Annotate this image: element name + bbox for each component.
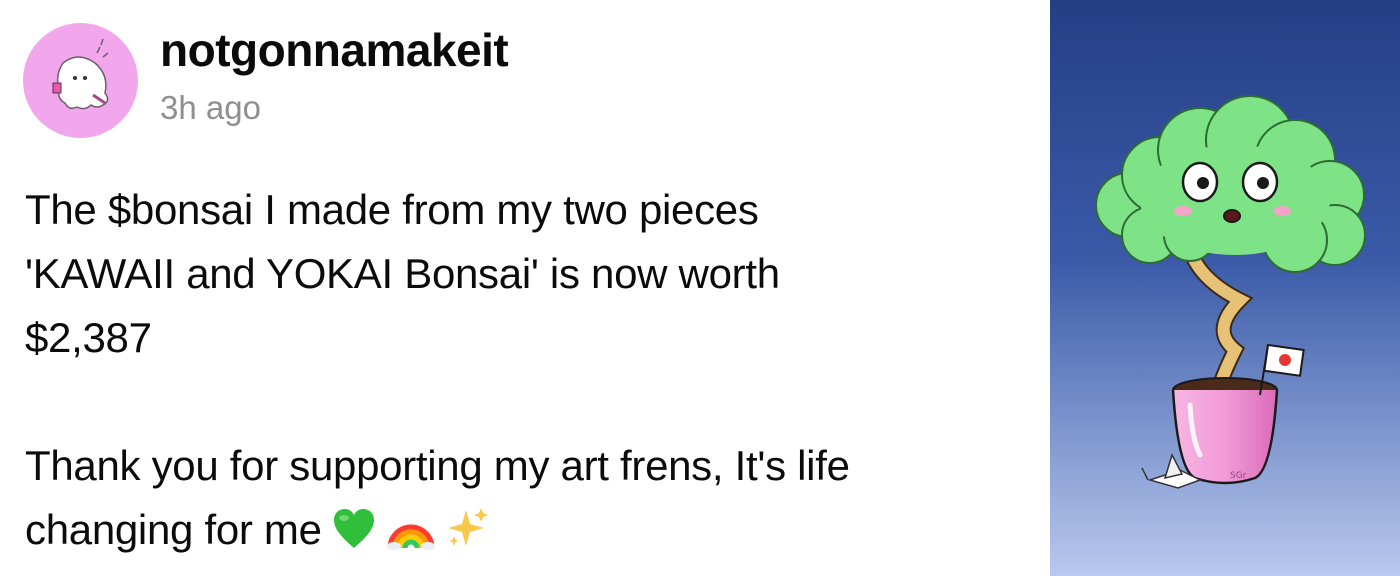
artwork-image[interactable]: SGr <box>1050 0 1400 576</box>
post-text-line: changing for me <box>25 506 322 553</box>
post-text-last-line: changing for me <box>25 498 1025 568</box>
ghost-avatar-icon <box>52 38 109 110</box>
rainbow-icon <box>386 504 436 568</box>
green-heart-icon <box>332 504 376 568</box>
post-body: The $bonsai I made from my two pieces 'K… <box>25 178 1025 568</box>
post-timestamp: 3h ago <box>160 89 261 126</box>
username[interactable]: notgonnamakeit <box>160 24 509 76</box>
artist-signature: SGr <box>1230 471 1247 481</box>
avatar[interactable] <box>23 23 138 138</box>
sparkles-icon <box>446 504 490 568</box>
post-text-line: The $bonsai I made from my two pieces <box>25 186 759 233</box>
post-text-line: $2,387 <box>25 314 152 361</box>
bonsai-character-icon: SGr <box>1050 0 1400 576</box>
post-text-line: Thank you for supporting my art frens, I… <box>25 442 850 489</box>
post-text-line: 'KAWAII and YOKAI Bonsai' is now worth <box>25 250 780 297</box>
